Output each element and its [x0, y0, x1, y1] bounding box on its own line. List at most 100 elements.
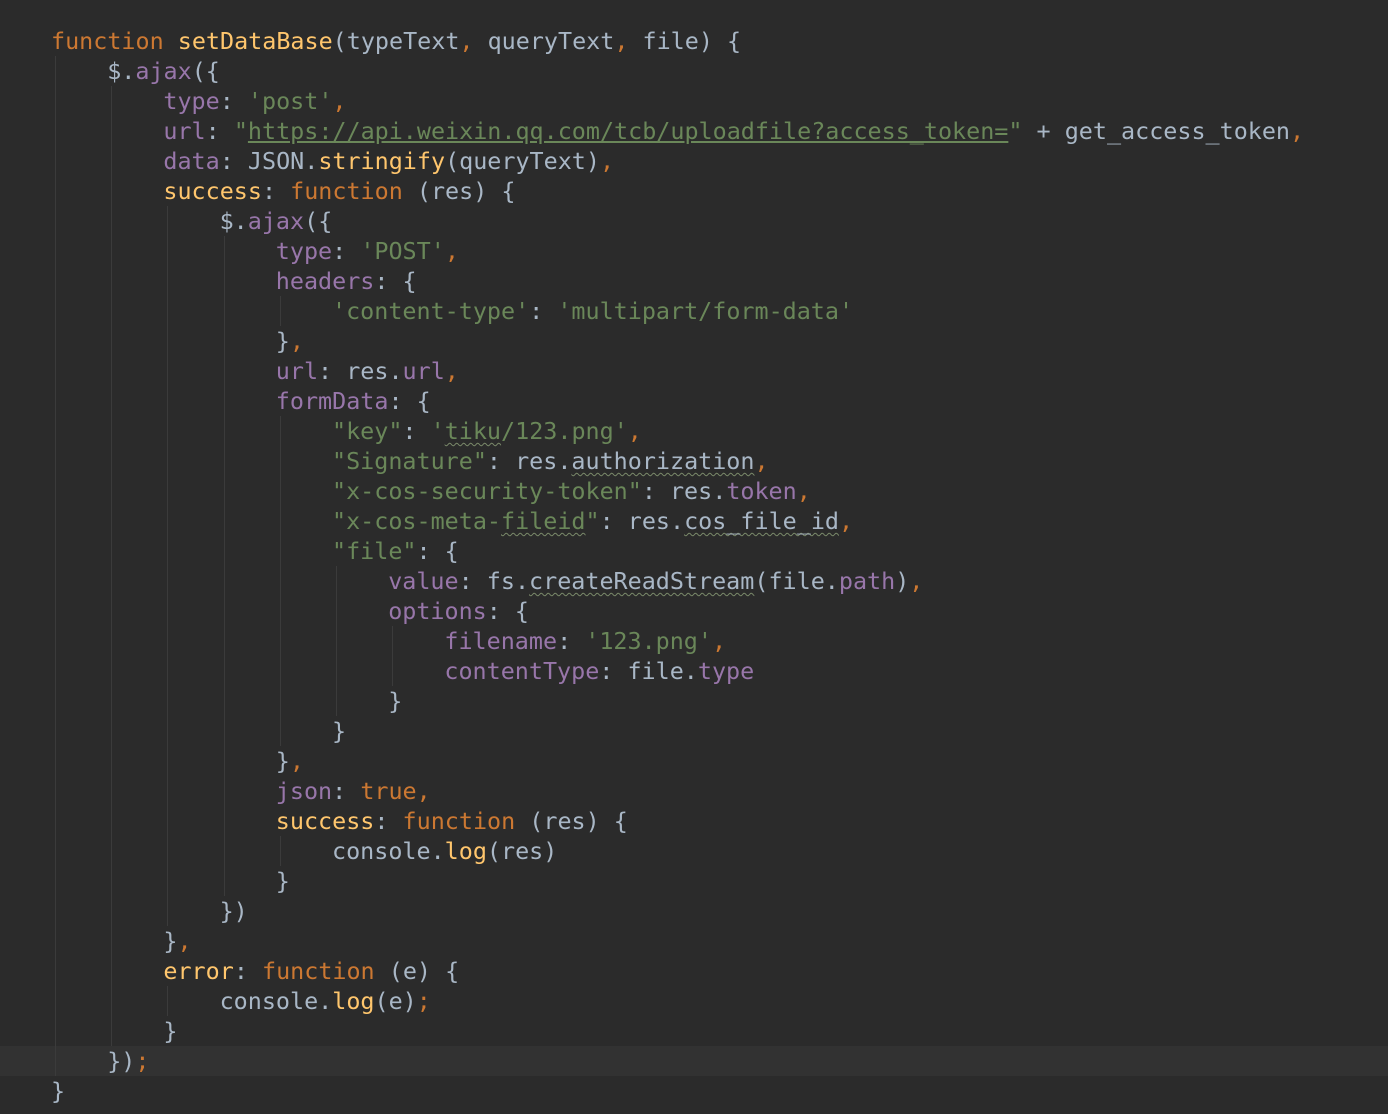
- indent-guide: [167, 836, 169, 866]
- indent-guide: [111, 446, 113, 476]
- code-token: '123.png': [585, 627, 712, 655]
- code-token: : fs.: [458, 567, 530, 595]
- code-line[interactable]: }: [0, 866, 1388, 896]
- code-token: queryText: [473, 27, 615, 55]
- code-line[interactable]: console.log(res): [0, 836, 1388, 866]
- code-line[interactable]: value: fs.createReadStream(file.path),: [0, 566, 1388, 596]
- code-line[interactable]: "Signature": res.authorization,: [0, 446, 1388, 476]
- code-token: formData: [275, 387, 389, 415]
- line-content: "x-cos-security-token": res.token,: [332, 477, 811, 505]
- indent-guide: [111, 716, 113, 746]
- code-line[interactable]: $.ajax({: [0, 56, 1388, 86]
- code-token: }: [51, 1077, 66, 1105]
- code-token: (res): [486, 837, 558, 865]
- code-line[interactable]: success: function (res) {: [0, 176, 1388, 206]
- code-token: https://api.weixin.qq.com/tcb/uploadfile…: [247, 117, 1009, 145]
- code-line[interactable]: "x-cos-security-token": res.token,: [0, 476, 1388, 506]
- code-line[interactable]: filename: '123.png',: [0, 626, 1388, 656]
- indent-guide: [55, 536, 56, 566]
- indent-guide: [55, 866, 56, 896]
- line-content: type: 'POST',: [276, 237, 459, 265]
- code-token: value: [388, 567, 459, 595]
- indent-guide: [223, 266, 225, 296]
- code-token: json: [275, 777, 333, 805]
- code-line[interactable]: type: 'post',: [0, 86, 1388, 116]
- line-content: }: [163, 1017, 177, 1045]
- code-line[interactable]: formData: {: [0, 386, 1388, 416]
- indent-guide: [167, 536, 169, 566]
- code-line[interactable]: success: function (res) {: [0, 806, 1388, 836]
- indent-guide: [167, 626, 169, 656]
- code-line[interactable]: json: true,: [0, 776, 1388, 806]
- line-content: },: [276, 747, 304, 775]
- line-content: json: true,: [276, 777, 431, 805]
- indent-guide: [55, 776, 56, 806]
- code-editor[interactable]: function setDataBase(typeText, queryText…: [0, 0, 1388, 1114]
- indent-guide: [55, 566, 56, 596]
- code-token: }: [275, 747, 290, 775]
- code-token: function: [261, 957, 375, 985]
- code-token: console.: [332, 837, 445, 865]
- indent-guide: [392, 626, 394, 656]
- code-token: ,: [839, 507, 854, 535]
- code-line[interactable]: "x-cos-meta-fileid": res.cos_file_id,: [0, 506, 1388, 536]
- code-token: $.: [219, 207, 248, 235]
- code-line[interactable]: contentType: file.type: [0, 656, 1388, 686]
- code-line[interactable]: data: JSON.stringify(queryText),: [0, 146, 1388, 176]
- code-token: (typeText: [332, 27, 460, 55]
- code-line[interactable]: headers: {: [0, 266, 1388, 296]
- code-line[interactable]: $.ajax({: [0, 206, 1388, 236]
- code-token: ,: [599, 147, 615, 175]
- code-line[interactable]: console.log(e);: [0, 986, 1388, 1016]
- indent-guide: [167, 506, 169, 536]
- indent-guide: [111, 746, 113, 776]
- code-token: :: [205, 117, 234, 145]
- code-token: setDataBase: [177, 27, 333, 55]
- indent-guide: [167, 866, 169, 896]
- line-content: formData: {: [276, 387, 431, 415]
- code-line[interactable]: url: "https://api.weixin.qq.com/tcb/uplo…: [0, 116, 1388, 146]
- code-line[interactable]: function setDataBase(typeText, queryText…: [0, 26, 1388, 56]
- indent-guide: [111, 266, 113, 296]
- code-line[interactable]: }: [0, 1016, 1388, 1046]
- code-line[interactable]: type: 'POST',: [0, 236, 1388, 266]
- code-line[interactable]: }: [0, 686, 1388, 716]
- code-line[interactable]: "file": {: [0, 536, 1388, 566]
- code-line[interactable]: },: [0, 746, 1388, 776]
- code-line[interactable]: url: res.url,: [0, 356, 1388, 386]
- indent-guide: [55, 416, 56, 446]
- indent-guide: [392, 656, 394, 686]
- code-line[interactable]: options: {: [0, 596, 1388, 626]
- code-token: ,: [332, 87, 347, 115]
- code-token: url: [402, 357, 445, 385]
- indent-guide: [167, 566, 169, 596]
- indent-guide: [223, 356, 225, 386]
- code-line[interactable]: }: [0, 1076, 1388, 1106]
- code-line[interactable]: },: [0, 326, 1388, 356]
- line-content: }: [332, 717, 346, 745]
- line-content: "Signature": res.authorization,: [332, 447, 769, 475]
- code-token: }: [388, 687, 403, 715]
- code-line[interactable]: "key": 'tiku/123.png',: [0, 416, 1388, 446]
- indent-guide: [55, 386, 56, 416]
- code-line[interactable]: },: [0, 926, 1388, 956]
- code-line[interactable]: }: [0, 716, 1388, 746]
- code-token: fileid: [501, 507, 586, 535]
- code-token: true: [360, 777, 417, 805]
- line-content: }: [276, 867, 290, 895]
- code-token: }): [219, 897, 248, 925]
- code-token: ,: [1290, 117, 1305, 145]
- code-line[interactable]: 'content-type': 'multipart/form-data': [0, 296, 1388, 326]
- code-token: }: [163, 927, 178, 955]
- indent-guide: [167, 716, 169, 746]
- code-line[interactable]: }): [0, 896, 1388, 926]
- code-line[interactable]: error: function (e) {: [0, 956, 1388, 986]
- indent-guide: [167, 236, 169, 266]
- code-line[interactable]: });: [0, 1046, 1388, 1076]
- indent-guide: [167, 266, 169, 296]
- indent-guide: [55, 926, 56, 956]
- line-content: value: fs.createReadStream(file.path),: [388, 567, 923, 595]
- code-token: ajax: [135, 57, 192, 85]
- code-area[interactable]: function setDataBase(typeText, queryText…: [0, 26, 1388, 1106]
- indent-guide: [223, 326, 225, 356]
